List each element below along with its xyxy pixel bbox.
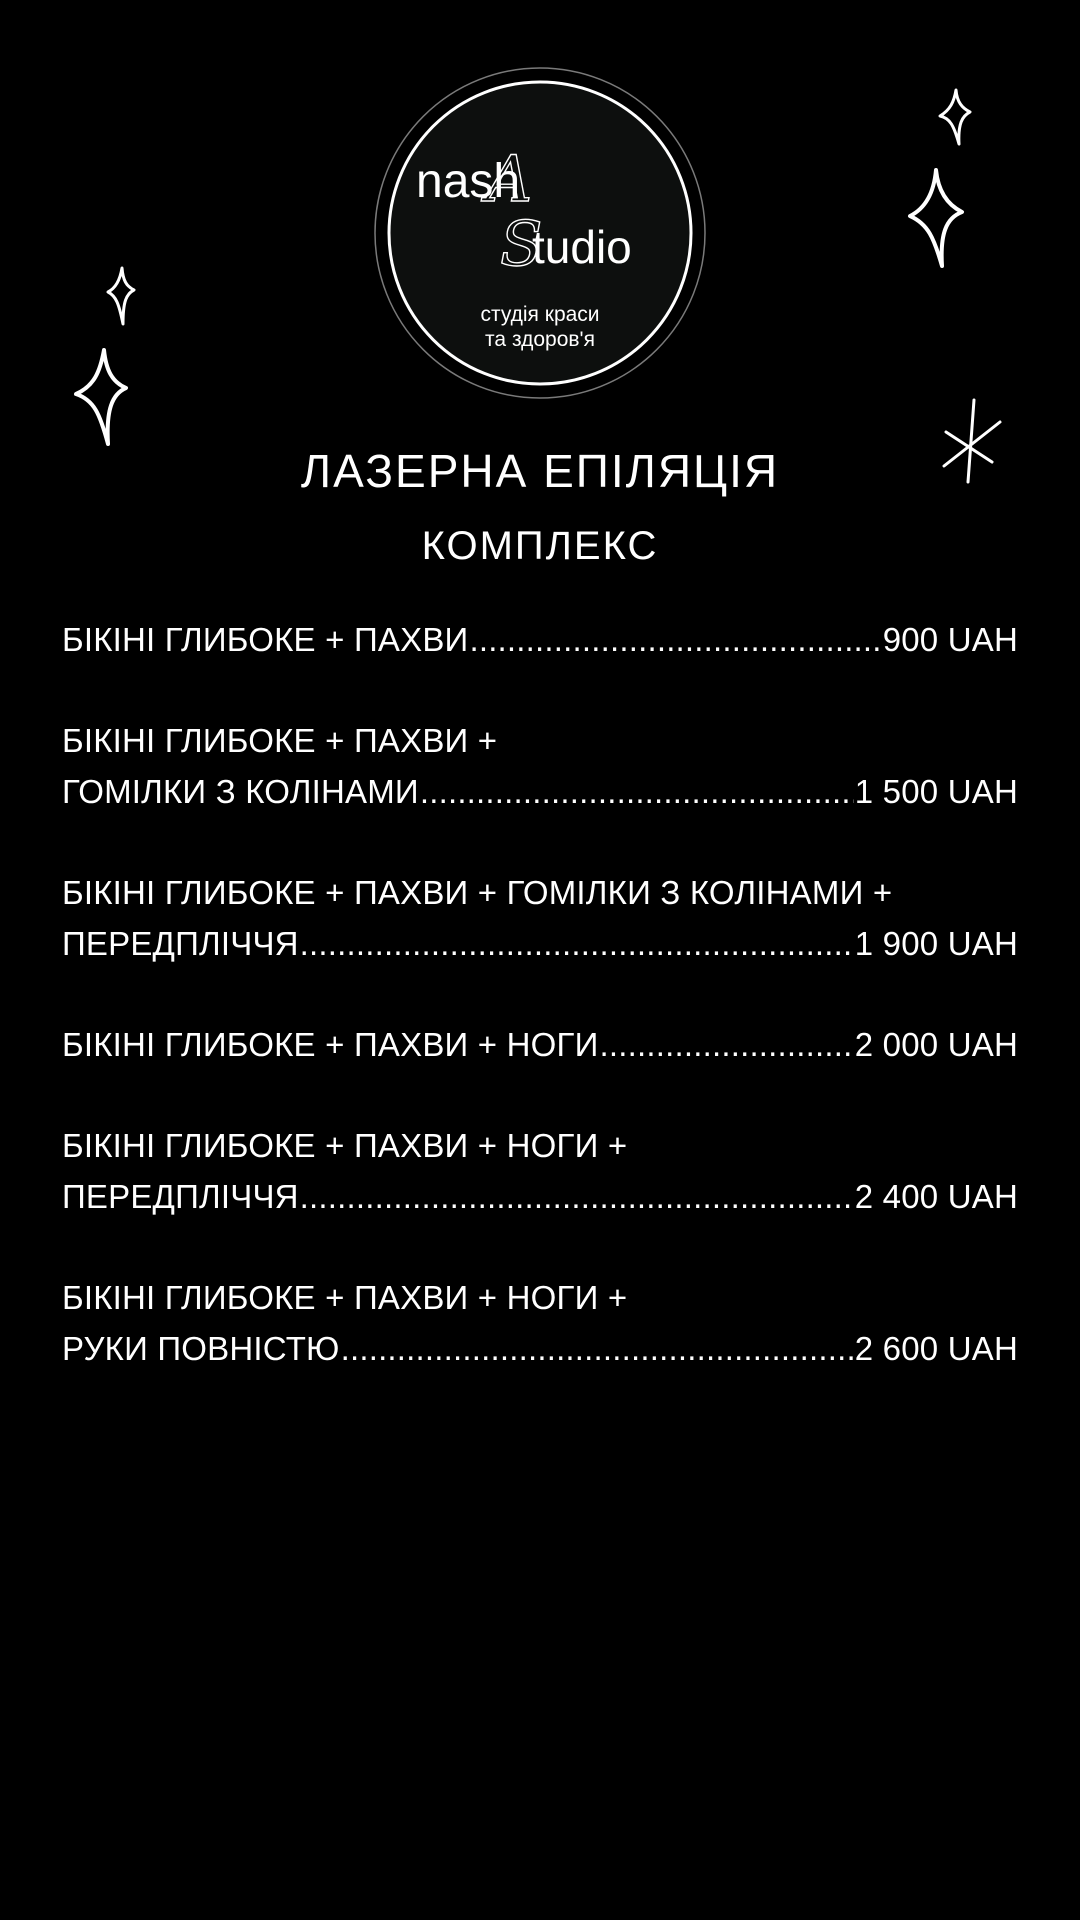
price-item: БІКІНІ ГЛИБОКЕ + ПАХВИ 900 UAH — [62, 614, 1018, 665]
logo-script-a: A — [481, 143, 532, 217]
logo-emblem: nash A S tudio студія краси та здоров'я — [374, 67, 706, 399]
sparkle-icon — [938, 88, 972, 146]
price-item-row: ГОМІЛКИ З КОЛІНАМИ 1 500 UAH — [62, 766, 1018, 817]
price-item: БІКІНІ ГЛИБОКЕ + ПАХВИ + ГОМІЛКИ З КОЛІН… — [62, 867, 1018, 969]
service-price: 1 500 UAH — [854, 773, 1018, 810]
price-list: БІКІНІ ГЛИБОКЕ + ПАХВИ 900 UAH БІКІНІ ГЛ… — [62, 614, 1018, 1424]
dot-leader — [600, 1019, 854, 1070]
sparkle-icon — [74, 348, 130, 446]
price-item-row: БІКІНІ ГЛИБОКЕ + ПАХВИ 900 UAH — [62, 614, 1018, 665]
dot-leader — [420, 766, 854, 817]
dot-leader — [300, 918, 854, 969]
service-name: ПЕРЕДПЛІЧЧЯ — [62, 1178, 299, 1215]
service-price: 1 900 UAH — [854, 925, 1018, 962]
service-price: 2 000 UAH — [854, 1026, 1018, 1063]
service-price: 2 400 UAH — [854, 1178, 1018, 1215]
service-name: РУКИ ПОВНІСТЮ — [62, 1330, 340, 1367]
price-item-row: ПЕРЕДПЛІЧЧЯ 1 900 UAH — [62, 918, 1018, 969]
dot-leader — [341, 1323, 854, 1374]
price-item: БІКІНІ ГЛИБОКЕ + ПАХВИ + НОГИ + ПЕРЕДПЛІ… — [62, 1120, 1018, 1222]
price-item: БІКІНІ ГЛИБОКЕ + ПАХВИ + ГОМІЛКИ З КОЛІН… — [62, 715, 1018, 817]
service-name-line: БІКІНІ ГЛИБОКЕ + ПАХВИ + НОГИ + — [62, 1127, 628, 1164]
service-name: ГОМІЛКИ З КОЛІНАМИ — [62, 773, 419, 810]
sparkle-icon — [908, 168, 964, 268]
dot-leader — [469, 614, 881, 665]
service-name-line: БІКІНІ ГЛИБОКЕ + ПАХВИ + ГОМІЛКИ З КОЛІН… — [62, 874, 893, 911]
price-item: БІКІНІ ГЛИБОКЕ + ПАХВИ + НОГИ 2 000 UAH — [62, 1019, 1018, 1070]
page-subtitle: КОМПЛЕКС — [421, 524, 659, 568]
logo-tagline-line2: та здоров'я — [485, 328, 595, 351]
service-name: БІКІНІ ГЛИБОКЕ + ПАХВИ + НОГИ — [62, 1026, 599, 1063]
logo-tagline-line1: студія краси — [480, 303, 599, 326]
price-item-row: РУКИ ПОВНІСТЮ 2 600 UAH — [62, 1323, 1018, 1374]
price-item-row: БІКІНІ ГЛИБОКЕ + ПАХВИ + НОГИ 2 000 UAH — [62, 1019, 1018, 1070]
service-name: БІКІНІ ГЛИБОКЕ + ПАХВИ — [62, 621, 469, 658]
price-item: БІКІНІ ГЛИБОКЕ + ПАХВИ + НОГИ + РУКИ ПОВ… — [62, 1272, 1018, 1374]
service-name-line: БІКІНІ ГЛИБОКЕ + ПАХВИ + НОГИ + — [62, 1279, 628, 1316]
sparkle-icon — [106, 266, 136, 326]
service-name: ПЕРЕДПЛІЧЧЯ — [62, 925, 299, 962]
dot-leader — [300, 1171, 854, 1222]
service-price: 900 UAH — [882, 621, 1018, 658]
page-title: ЛАЗЕРНА ЕПІЛЯЦІЯ — [300, 445, 780, 497]
price-item-row: ПЕРЕДПЛІЧЧЯ 2 400 UAH — [62, 1171, 1018, 1222]
service-price: 2 600 UAH — [854, 1330, 1018, 1367]
studio-logo: nash A S tudio студія краси та здоров'я — [374, 67, 706, 399]
service-name-line: БІКІНІ ГЛИБОКЕ + ПАХВИ + — [62, 722, 498, 759]
logo-brand-part2: tudio — [532, 221, 632, 273]
